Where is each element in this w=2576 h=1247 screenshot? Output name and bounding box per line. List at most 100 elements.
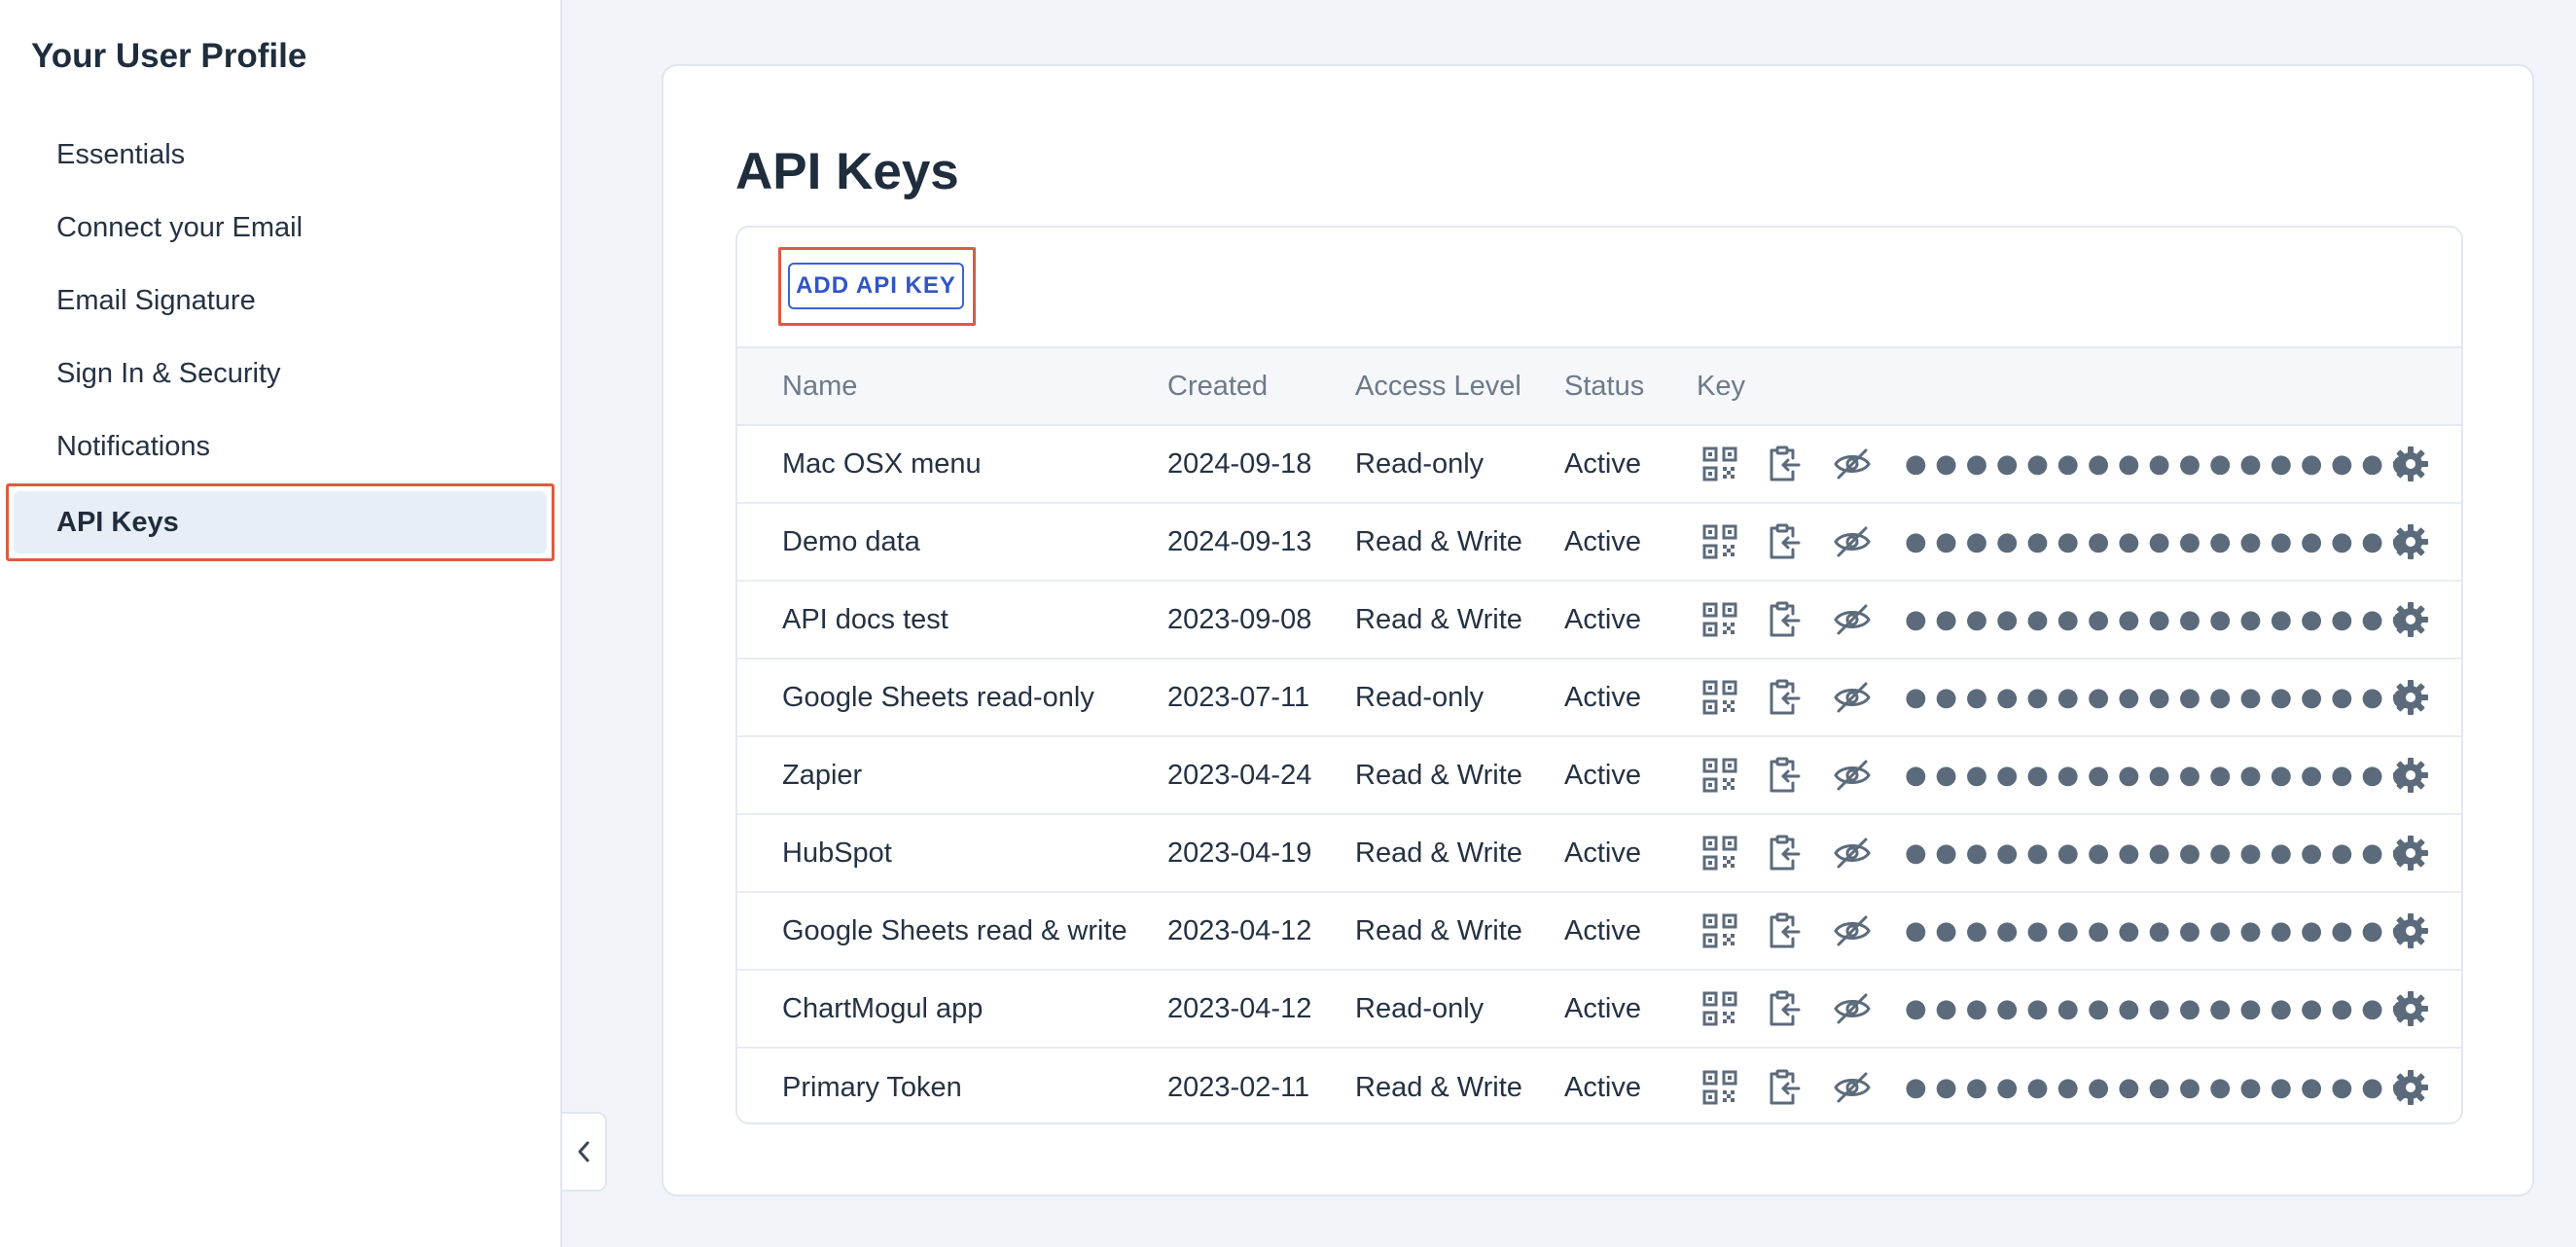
eye-off-icon[interactable] bbox=[1833, 1068, 1872, 1107]
key-status: Active bbox=[1564, 603, 1641, 635]
clipboard-copy-icon[interactable] bbox=[1765, 989, 1804, 1028]
clipboard-copy-icon[interactable] bbox=[1765, 911, 1804, 950]
table-body: Mac OSX menu 2024-09-18 Read-only Active bbox=[737, 426, 2461, 1122]
eye-off-icon[interactable] bbox=[1833, 834, 1872, 873]
table-row: Primary Token 2023-02-11 Read & Write Ac… bbox=[737, 1049, 2461, 1122]
masked-api-key: ●●●●●●●●●●●●●●●●● bbox=[1905, 449, 2422, 479]
table-row: Demo data 2024-09-13 Read & Write Active bbox=[737, 504, 2461, 582]
key-access-level: Read & Write bbox=[1355, 759, 1522, 791]
sidebar-item-connect-email[interactable]: Connect your Email bbox=[0, 192, 562, 265]
qr-code-icon[interactable] bbox=[1700, 600, 1739, 639]
eye-off-icon[interactable] bbox=[1833, 678, 1872, 717]
key-name: Google Sheets read-only bbox=[782, 681, 1094, 713]
key-name: Primary Token bbox=[782, 1071, 962, 1103]
table-row: ChartMogul app 2023-04-12 Read-only Acti… bbox=[737, 971, 2461, 1049]
gear-icon[interactable] bbox=[2391, 834, 2430, 873]
masked-api-key: ●●●●●●●●●●●●●●●●● bbox=[1905, 761, 2422, 790]
sidebar-item-api-keys[interactable]: API Keys bbox=[0, 483, 562, 561]
sidebar: Your User Profile Essentials Connect you… bbox=[0, 0, 562, 1247]
column-header-access-level: Access Level bbox=[1355, 370, 1521, 402]
table-row: Google Sheets read & write 2023-04-12 Re… bbox=[737, 893, 2461, 971]
gear-icon[interactable] bbox=[2391, 445, 2430, 483]
gear-icon[interactable] bbox=[2391, 522, 2430, 561]
key-created-date: 2023-04-24 bbox=[1167, 759, 1312, 791]
key-name: ChartMogul app bbox=[782, 992, 984, 1024]
key-access-level: Read-only bbox=[1355, 992, 1485, 1024]
masked-api-key: ●●●●●●●●●●●●●●●●● bbox=[1905, 1073, 2422, 1102]
key-created-date: 2023-04-12 bbox=[1167, 914, 1312, 946]
eye-off-icon[interactable] bbox=[1833, 756, 1872, 795]
qr-code-icon[interactable] bbox=[1700, 522, 1739, 561]
eye-off-icon[interactable] bbox=[1833, 600, 1872, 639]
gear-icon[interactable] bbox=[2391, 911, 2430, 950]
gear-icon[interactable] bbox=[2391, 756, 2430, 795]
key-created-date: 2023-02-11 bbox=[1167, 1071, 1310, 1103]
sidebar-item-email-signature[interactable]: Email Signature bbox=[0, 265, 562, 338]
eye-off-icon[interactable] bbox=[1833, 445, 1872, 483]
column-header-name: Name bbox=[782, 370, 858, 402]
clipboard-copy-icon[interactable] bbox=[1765, 1068, 1804, 1107]
key-access-level: Read & Write bbox=[1355, 837, 1522, 869]
eye-off-icon[interactable] bbox=[1833, 989, 1872, 1028]
column-header-key: Key bbox=[1697, 370, 1745, 402]
key-created-date: 2024-09-13 bbox=[1167, 525, 1312, 557]
key-created-date: 2024-09-18 bbox=[1167, 447, 1312, 480]
key-status: Active bbox=[1564, 759, 1641, 791]
table-row: API docs test 2023-09-08 Read & Write Ac… bbox=[737, 582, 2461, 659]
key-access-level: Read & Write bbox=[1355, 525, 1522, 557]
table-toolbar: ADD API KEY bbox=[737, 228, 2461, 348]
clipboard-copy-icon[interactable] bbox=[1765, 445, 1804, 483]
gear-icon[interactable] bbox=[2391, 989, 2430, 1028]
table-row: Zapier 2023-04-24 Read & Write Active ●●… bbox=[737, 737, 2461, 815]
gear-icon[interactable] bbox=[2391, 1068, 2430, 1107]
clipboard-copy-icon[interactable] bbox=[1765, 678, 1804, 717]
key-created-date: 2023-04-12 bbox=[1167, 992, 1312, 1024]
api-keys-table: ADD API KEY Name Created Access Level St… bbox=[735, 226, 2463, 1124]
page-title: API Keys bbox=[735, 143, 959, 200]
collapse-sidebar-button[interactable] bbox=[562, 1112, 607, 1192]
sidebar-item-notifications[interactable]: Notifications bbox=[0, 410, 562, 483]
sidebar-item-label: Notifications bbox=[56, 431, 210, 462]
qr-code-icon[interactable] bbox=[1700, 989, 1739, 1028]
sidebar-item-label: Connect your Email bbox=[56, 212, 304, 243]
sidebar-item-label: Email Signature bbox=[56, 285, 256, 316]
qr-code-icon[interactable] bbox=[1700, 678, 1739, 717]
qr-code-icon[interactable] bbox=[1700, 834, 1739, 873]
key-name: Google Sheets read & write bbox=[782, 914, 1127, 946]
clipboard-copy-icon[interactable] bbox=[1765, 834, 1804, 873]
api-keys-card: API Keys ADD API KEY Name Created Access… bbox=[662, 64, 2534, 1196]
key-name: API docs test bbox=[782, 603, 948, 635]
sidebar-item-sign-in-security[interactable]: Sign In & Security bbox=[0, 338, 562, 410]
masked-api-key: ●●●●●●●●●●●●●●●●● bbox=[1905, 605, 2422, 634]
key-status: Active bbox=[1564, 525, 1641, 557]
key-name: Zapier bbox=[782, 759, 863, 791]
clipboard-copy-icon[interactable] bbox=[1765, 756, 1804, 795]
qr-code-icon[interactable] bbox=[1700, 1068, 1739, 1107]
sidebar-item-label: Essentials bbox=[56, 139, 186, 170]
clipboard-copy-icon[interactable] bbox=[1765, 522, 1804, 561]
clipboard-copy-icon[interactable] bbox=[1765, 600, 1804, 639]
key-created-date: 2023-09-08 bbox=[1167, 603, 1312, 635]
key-created-date: 2023-07-11 bbox=[1167, 681, 1310, 713]
key-access-level: Read & Write bbox=[1355, 1071, 1522, 1103]
gear-icon[interactable] bbox=[2391, 678, 2430, 717]
key-name: Mac OSX menu bbox=[782, 447, 982, 480]
sidebar-nav: Essentials Connect your Email Email Sign… bbox=[0, 119, 562, 561]
sidebar-item-label: API Keys bbox=[56, 506, 179, 538]
eye-off-icon[interactable] bbox=[1833, 522, 1872, 561]
chevron-left-icon bbox=[578, 1141, 590, 1162]
key-access-level: Read-only bbox=[1355, 447, 1485, 480]
add-api-key-button[interactable]: ADD API KEY bbox=[788, 263, 964, 309]
key-access-level: Read & Write bbox=[1355, 603, 1522, 635]
qr-code-icon[interactable] bbox=[1700, 445, 1739, 483]
column-header-created: Created bbox=[1167, 370, 1269, 402]
masked-api-key: ●●●●●●●●●●●●●●●●● bbox=[1905, 994, 2422, 1023]
gear-icon[interactable] bbox=[2391, 600, 2430, 639]
masked-api-key: ●●●●●●●●●●●●●●●●● bbox=[1905, 916, 2422, 945]
eye-off-icon[interactable] bbox=[1833, 911, 1872, 950]
qr-code-icon[interactable] bbox=[1700, 911, 1739, 950]
key-status: Active bbox=[1564, 447, 1641, 480]
sidebar-item-essentials[interactable]: Essentials bbox=[0, 119, 562, 192]
table-row: Mac OSX menu 2024-09-18 Read-only Active bbox=[737, 426, 2461, 504]
qr-code-icon[interactable] bbox=[1700, 756, 1739, 795]
